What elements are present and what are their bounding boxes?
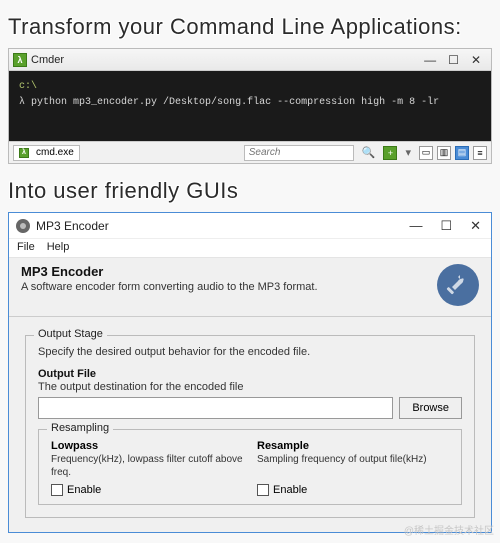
tab-icon: λ: [19, 148, 29, 158]
resample-title: Resample: [257, 440, 449, 452]
lowpass-enable-checkbox[interactable]: [51, 484, 63, 496]
browse-button[interactable]: Browse: [399, 397, 462, 419]
cmder-icon: λ: [13, 53, 27, 67]
resample-enable-checkbox[interactable]: [257, 484, 269, 496]
lowpass-column: Lowpass Frequency(kHz), lowpass filter c…: [51, 440, 243, 496]
output-file-label: Output File: [38, 368, 462, 380]
resample-desc: Sampling frequency of output file(kHz): [257, 454, 449, 480]
new-tab-button[interactable]: +: [383, 146, 397, 160]
app-icon: [15, 218, 31, 234]
resampling-fieldset: Resampling Lowpass Frequency(kHz), lowpa…: [38, 429, 462, 505]
output-file-input[interactable]: [38, 397, 393, 419]
terminal-body[interactable]: c:\ λ python mp3_encoder.py /Desktop/son…: [9, 71, 491, 141]
menu-file[interactable]: File: [17, 241, 35, 253]
tab-cmd[interactable]: λ cmd.exe: [13, 145, 80, 161]
cmder-title: Cmder: [31, 54, 424, 66]
search-icon[interactable]: 🔍: [362, 146, 376, 159]
menu-help[interactable]: Help: [47, 241, 70, 253]
tab-label: cmd.exe: [36, 147, 74, 158]
prompt-symbol: λ: [19, 97, 25, 108]
command-text: python mp3_encoder.py /Desktop/song.flac…: [31, 97, 439, 108]
prompt-path: c:\: [19, 79, 481, 95]
output-stage-desc: Specify the desired output behavior for …: [38, 346, 462, 358]
page-subtitle: A software encoder form converting audio…: [21, 281, 429, 293]
watermark: @稀土掘金技术社区: [404, 522, 494, 537]
gui-titlebar: MP3 Encoder — ☐ ✕: [9, 213, 491, 239]
resampling-legend: Resampling: [47, 422, 113, 434]
maximize-button[interactable]: ☐: [448, 53, 459, 67]
dropdown-icon[interactable]: ▾: [405, 146, 411, 159]
close-button[interactable]: ✕: [471, 53, 481, 67]
gui-title: MP3 Encoder: [36, 219, 409, 233]
maximize-button[interactable]: ☐: [440, 218, 452, 234]
resample-column: Resample Sampling frequency of output fi…: [257, 440, 449, 496]
output-file-desc: The output destination for the encoded f…: [38, 381, 462, 393]
headline-top: Transform your Command Line Applications…: [8, 14, 492, 40]
page-title: MP3 Encoder: [21, 264, 429, 279]
minimize-button[interactable]: —: [424, 53, 436, 67]
lowpass-desc: Frequency(kHz), lowpass filter cutoff ab…: [51, 454, 243, 480]
cmder-window: λ Cmder — ☐ ✕ c:\ λ python mp3_encoder.p…: [8, 48, 492, 164]
lowpass-enable-label: Enable: [67, 484, 101, 496]
close-button[interactable]: ✕: [470, 218, 481, 234]
output-stage-legend: Output Stage: [34, 328, 107, 340]
gui-window: MP3 Encoder — ☐ ✕ File Help MP3 Encoder …: [8, 212, 492, 533]
output-stage-fieldset: Output Stage Specify the desired output …: [25, 335, 475, 518]
lowpass-title: Lowpass: [51, 440, 243, 452]
cmder-titlebar: λ Cmder — ☐ ✕: [9, 49, 491, 71]
search-input[interactable]: [244, 145, 354, 161]
menu-button[interactable]: ≡: [473, 146, 487, 160]
cmder-statusbar: λ cmd.exe 🔍 + ▾ ▭ ▥ ▤ ≡: [9, 141, 491, 163]
headline-bottom: Into user friendly GUIs: [8, 178, 492, 204]
toolbar-button-1[interactable]: ▭: [419, 146, 433, 160]
minimize-button[interactable]: —: [409, 218, 422, 234]
toolbar-button-2[interactable]: ▥: [437, 146, 451, 160]
gui-menubar: File Help: [9, 239, 491, 258]
resample-enable-label: Enable: [273, 484, 307, 496]
gui-header: MP3 Encoder A software encoder form conv…: [9, 258, 491, 316]
tools-icon: [437, 264, 479, 306]
toolbar-button-3[interactable]: ▤: [455, 146, 469, 160]
